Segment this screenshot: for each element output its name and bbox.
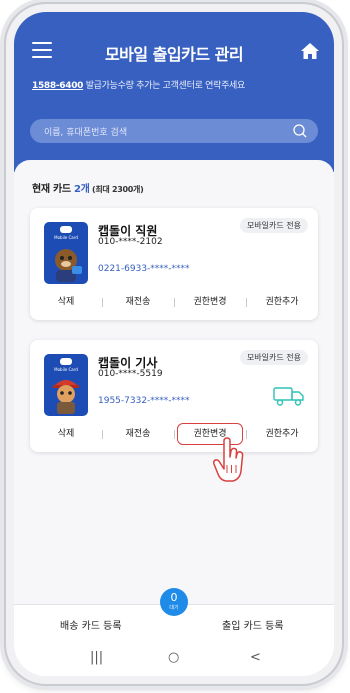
delivery-truck-icon [273,387,304,406]
card-actions: 삭제 재전송 권한변경 권한추가 [30,292,318,312]
card-holder-phone: 010-****-5519 [98,369,163,379]
recents-icon[interactable]: ||| [90,650,103,665]
mascot-icon [53,380,79,414]
resend-button[interactable]: 재전송 [102,292,174,312]
register-access-card-button[interactable]: 출입 카드 등록 [222,617,284,632]
home-nav-icon[interactable]: ○ [168,650,179,665]
pending-count: 0 [170,591,178,604]
support-phone-link[interactable]: 1588-6400 [32,81,83,91]
pending-count-button[interactable]: 0 대기 [160,588,188,616]
pending-label: 대기 [169,605,179,611]
add-permission-button[interactable]: 권한추가 [246,292,318,312]
card-number: 1955-7332-****-**** [98,396,190,406]
search-icon[interactable] [292,123,308,139]
hand-pointer-icon [212,437,244,482]
card-thumbnail: Mobile Card [44,222,88,284]
system-navigation-bar: ||| ○ < [14,644,334,676]
status-badge: 모바일카드 전용 [239,350,308,365]
home-icon[interactable] [300,41,320,61]
add-permission-button[interactable]: 권한추가 [246,424,318,444]
card-count-label: 현재 카드 [32,184,74,195]
phone-frame: 모바일 출입카드 관리 1588-6400 발급가능수량 추가는 고객센터로 연… [6,4,342,684]
app-screen: 모바일 출입카드 관리 1588-6400 발급가능수량 추가는 고객센터로 연… [14,12,334,676]
support-info-text: 발급가능수량 추가는 고객센터로 연락주세요 [83,81,246,91]
register-delivery-card-button[interactable]: 배송 카드 등록 [60,617,122,632]
support-info: 1588-6400 발급가능수량 추가는 고객센터로 연락주세요 [32,78,245,91]
card-count: 현재 카드 2개 (최대 2300개) [32,180,144,195]
card-count-number: 2개 [73,184,90,195]
change-permission-button[interactable]: 권한변경 [174,292,246,312]
card-item[interactable]: Mobile Card 캡돌이 직원 010-****-2102 0221-69… [30,208,318,320]
card-list: 현재 카드 2개 (최대 2300개) Mobile Card 캡돌이 직원 0… [14,160,334,604]
card-number: 0221-6933-****-**** [98,264,190,274]
page-title: 모바일 출입카드 관리 [104,45,244,64]
card-thumbnail: Mobile Card [44,354,88,416]
card-count-max: (최대 2300개) [89,185,144,194]
back-icon[interactable]: < [250,650,261,665]
delete-button[interactable]: 삭제 [30,292,102,312]
card-holder-phone: 010-****-2102 [98,237,163,247]
divider [174,430,175,439]
card-actions: 삭제 재전송 권한변경 권한추가 [30,423,318,445]
status-badge: 모바일카드 전용 [239,218,308,233]
delete-button[interactable]: 삭제 [30,424,102,444]
app-header: 모바일 출입카드 관리 1588-6400 발급가능수량 추가는 고객센터로 연… [14,12,334,172]
card-item[interactable]: Mobile Card 캡돌이 기사 010-****-5519 1955-73… [30,340,318,452]
mascot-icon [55,249,82,282]
resend-button[interactable]: 재전송 [102,424,174,444]
search-bar[interactable]: 이름, 휴대폰번호 검색 [30,119,318,143]
search-input[interactable]: 이름, 휴대폰번호 검색 [44,125,127,138]
